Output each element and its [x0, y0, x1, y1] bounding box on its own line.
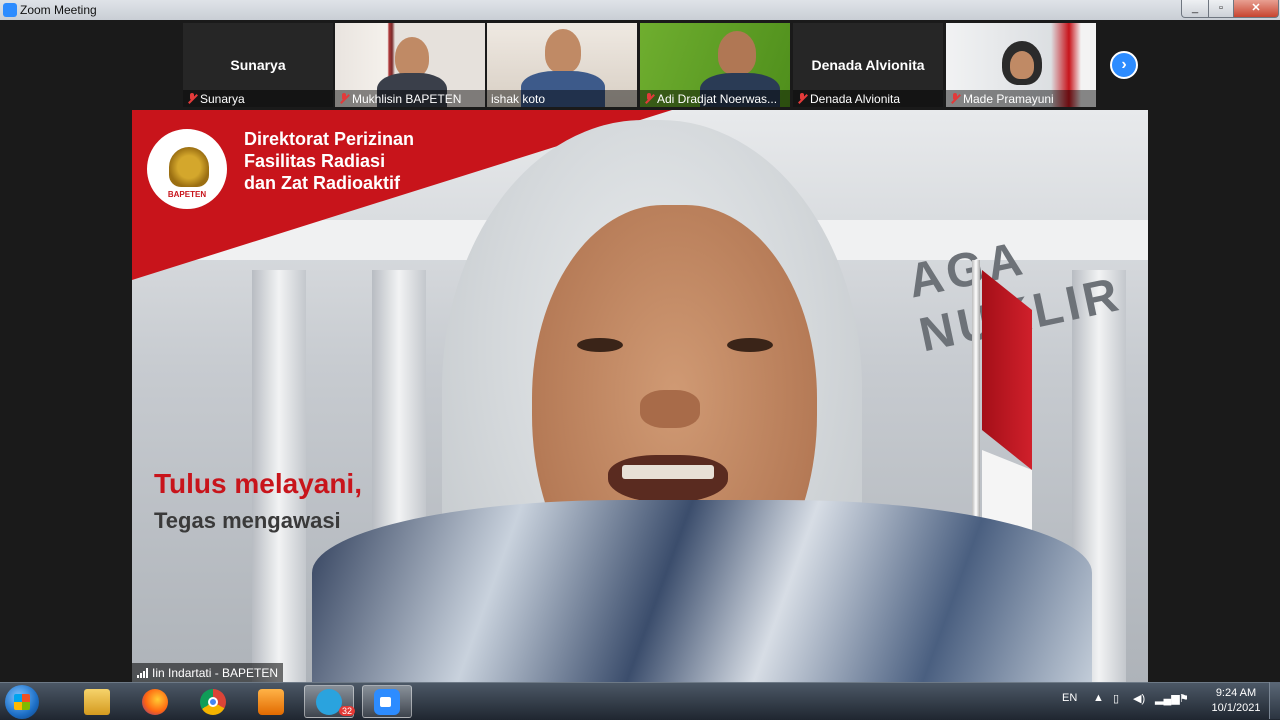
taskbar-telegram[interactable]: 32 [304, 685, 356, 718]
zoom-icon [374, 688, 400, 715]
participant-tile[interactable]: Denada Alvionita Denada Alvionita [793, 23, 943, 107]
participant-face [395, 37, 429, 77]
window-titlebar: Zoom Meeting _ ▫ ✕ [0, 0, 1280, 21]
participant-caption: Sunarya [183, 90, 333, 107]
slogan-line-1: Tulus melayani, [154, 468, 362, 499]
action-center-flag-icon[interactable]: ⚑ [1179, 692, 1189, 705]
slogan-line-2: Tegas mengawasi [154, 508, 341, 533]
firefox-icon [142, 688, 168, 715]
start-button[interactable] [5, 685, 39, 719]
gallery-next-page-button[interactable]: › [1110, 51, 1138, 79]
show-hidden-icons-icon[interactable]: ▲ [1093, 692, 1104, 704]
clock-time: 9:24 AM [1215, 687, 1257, 699]
system-tray: EN ▲ ▯ ◀) ▂▄▆ ⚑ 9:24 AM 10/1/2021 [1055, 682, 1280, 719]
clock-date: 10/1/2021 [1211, 702, 1261, 714]
participant-caption: Made Pramayuni [946, 90, 1096, 107]
mic-muted-icon [187, 93, 197, 104]
banner-title: Direktorat Perizinan Fasilitas Radiasi d… [244, 128, 414, 194]
maximize-button[interactable]: ▫ [1208, 0, 1234, 18]
active-speaker-name: Iin Indartati - BAPETEN [152, 665, 279, 680]
banner-title-line: Direktorat Perizinan [244, 129, 415, 149]
chrome-icon [200, 688, 226, 715]
taskbar-chrome[interactable] [188, 685, 238, 718]
mic-muted-icon [644, 93, 654, 104]
clock[interactable]: 9:24 AM 10/1/2021 [1198, 686, 1274, 716]
speaker-mouth [608, 455, 728, 503]
participant-name-center: Sunarya [230, 57, 286, 73]
taskbar-explorer[interactable] [72, 685, 122, 718]
logo-label: BAPETEN [167, 190, 207, 199]
taskbar-media-player[interactable] [246, 685, 296, 718]
connection-signal-icon [137, 667, 148, 678]
gallery-strip: Sunarya Sunarya Mukhlisin BAPETEN ishak … [0, 20, 1280, 110]
minimize-button[interactable]: _ [1181, 0, 1209, 18]
telegram-unread-badge: 32 [339, 706, 356, 716]
banner-title-line: Fasilitas Radiasi [244, 151, 386, 171]
participant-name: Denada Alvionita [810, 91, 901, 106]
mic-muted-icon [797, 93, 807, 104]
speaker-scarf [312, 500, 1092, 682]
flag-pole [972, 260, 980, 550]
participant-name-center: Denada Alvionita [811, 57, 925, 73]
zoom-app-icon [3, 3, 17, 17]
speaker-teeth [622, 465, 714, 479]
participant-tile[interactable]: Mukhlisin BAPETEN [335, 23, 485, 107]
media-player-icon [258, 688, 284, 715]
taskbar-firefox[interactable] [130, 685, 180, 718]
usb-device-icon[interactable]: ▯ [1113, 692, 1119, 705]
language-indicator[interactable]: EN [1062, 692, 1077, 704]
participant-tile[interactable]: Adi Dradjat Noerwas... [640, 23, 790, 107]
mic-muted-icon [339, 93, 349, 104]
flag [972, 260, 1032, 550]
participant-name: ishak koto [491, 91, 546, 106]
banner-title-line: dan Zat Radioaktif [244, 173, 401, 193]
speaker-eye [577, 338, 623, 352]
folder-icon [84, 688, 110, 715]
close-button[interactable]: ✕ [1233, 0, 1279, 18]
flag-red [982, 270, 1032, 470]
participant-caption: Mukhlisin BAPETEN [335, 90, 485, 107]
volume-icon[interactable]: ◀) [1133, 692, 1145, 705]
participant-tile[interactable]: Made Pramayuni [946, 23, 1096, 107]
participant-name: Adi Dradjat Noerwas... [657, 91, 778, 106]
speaker-eye [727, 338, 773, 352]
participant-name: Made Pramayuni [963, 91, 1054, 106]
speaker-nose [640, 390, 700, 428]
participant-name: Sunarya [200, 91, 245, 106]
active-speaker-label: Iin Indartati - BAPETEN [132, 663, 284, 682]
participant-face [718, 31, 756, 75]
participant-tile[interactable]: ishak koto [487, 23, 637, 107]
show-desktop-button[interactable] [1269, 682, 1280, 719]
participant-name: Mukhlisin BAPETEN [352, 91, 462, 106]
window-title: Zoom Meeting [20, 3, 97, 17]
participant-face [545, 29, 581, 73]
participant-caption: Adi Dradjat Noerwas... [640, 90, 790, 107]
participant-face [1010, 51, 1034, 79]
participant-caption: Denada Alvionita [793, 90, 943, 107]
participant-tile[interactable]: Sunarya Sunarya [183, 23, 333, 107]
bapeten-logo: BAPETEN [144, 126, 230, 212]
mic-muted-icon [950, 93, 960, 104]
garuda-emblem-icon [169, 147, 209, 187]
taskbar-zoom[interactable] [362, 685, 412, 718]
active-speaker-video: AGA NUKLIR BAPETEN Direktorat Perizinan … [132, 110, 1148, 682]
participant-caption: ishak koto [487, 90, 637, 107]
network-signal-icon[interactable]: ▂▄▆ [1155, 692, 1180, 705]
